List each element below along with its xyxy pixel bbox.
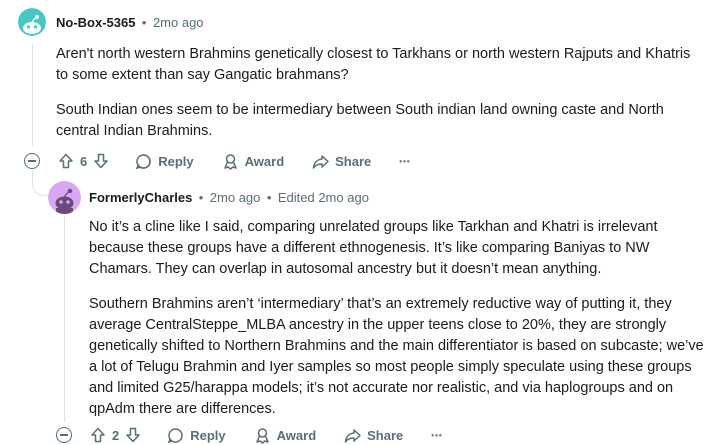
reply-action-bar: 2 Reply Award Share ••• (56, 425, 443, 445)
vote-group: 6 (58, 153, 109, 169)
share-icon (344, 427, 361, 444)
comment-paragraph: Aren't north western Brahmins geneticall… (56, 46, 691, 83)
reply-paragraph: Southern Brahmins aren’t ‘intermediary’ … (89, 296, 704, 417)
reply-label: Reply (158, 153, 194, 169)
award-label: Award (276, 427, 317, 443)
comment-action-bar: 6 Reply Award Share ••• (24, 151, 411, 171)
vote-count: 2 (112, 427, 120, 443)
separator: • (141, 15, 147, 30)
avatar[interactable] (48, 181, 81, 214)
collapse-icon[interactable] (24, 153, 40, 169)
collapse-icon[interactable] (56, 427, 72, 443)
thread-line-reply (64, 216, 65, 422)
comment-paragraph: South Indian ones seem to be intermediar… (56, 102, 664, 139)
reply-body: No it’s a cline like I said, comparing u… (89, 217, 711, 420)
award-icon (254, 427, 271, 444)
thread-connector (32, 170, 48, 196)
comment-body: Aren't north western Brahmins geneticall… (56, 44, 706, 142)
avatar[interactable] (18, 8, 46, 36)
award-button[interactable]: Award (222, 153, 285, 170)
upvote-icon[interactable] (90, 427, 106, 443)
reply-button[interactable]: Reply (167, 427, 226, 444)
share-icon (312, 153, 329, 170)
edited-label: Edited 2mo ago (277, 190, 369, 205)
vote-group: 2 (90, 427, 141, 443)
award-icon (222, 153, 239, 170)
reply-header: FormerlyCharles • 2mo ago • Edited 2mo a… (89, 189, 369, 207)
reply-label: Reply (190, 427, 226, 443)
more-options-icon[interactable]: ••• (431, 431, 442, 440)
upvote-icon[interactable] (58, 153, 74, 169)
author-name[interactable]: No-Box-5365 (56, 15, 135, 30)
comment-header: No-Box-5365 • 2mo ago (56, 14, 204, 32)
author-name[interactable]: FormerlyCharles (89, 190, 192, 205)
award-button[interactable]: Award (254, 427, 317, 444)
share-button[interactable]: Share (344, 427, 403, 444)
share-button[interactable]: Share (312, 153, 371, 170)
reply-paragraph: No it’s a cline like I said, comparing u… (89, 219, 658, 277)
downvote-icon[interactable] (125, 427, 141, 443)
separator: • (198, 190, 204, 205)
thread-line-root (32, 44, 33, 147)
downvote-icon[interactable] (93, 153, 109, 169)
timestamp[interactable]: 2mo ago (153, 15, 204, 30)
separator: • (266, 190, 272, 205)
share-label: Share (367, 427, 404, 443)
reply-button[interactable]: Reply (135, 153, 194, 170)
comment-icon (167, 427, 184, 444)
timestamp[interactable]: 2mo ago (210, 190, 261, 205)
share-label: Share (335, 153, 372, 169)
vote-count: 6 (80, 153, 88, 169)
award-label: Award (244, 153, 285, 169)
more-options-icon[interactable]: ••• (399, 157, 410, 166)
comment-icon (135, 153, 152, 170)
